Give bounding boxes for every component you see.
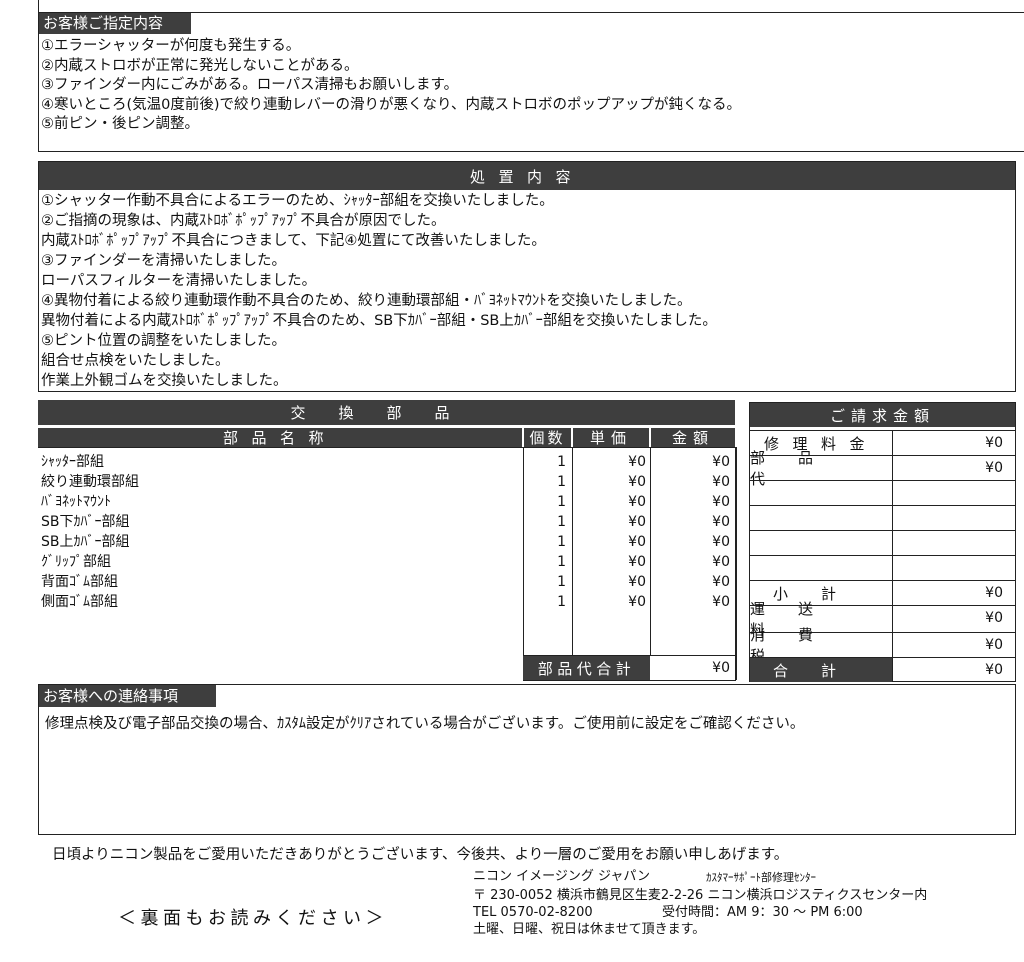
divider [38, 0, 39, 12]
billing-total-label: 合計 [750, 658, 892, 682]
part-qty: 1 [557, 534, 566, 550]
part-qty: 1 [557, 514, 566, 530]
part-name: ﾊﾞﾖﾈｯﾄﾏｳﾝﾄ [41, 494, 111, 510]
billing-tax: ¥0 [985, 637, 1003, 653]
treatment-line: 組合せ点検をいたしました。 [41, 353, 230, 369]
request-line: ④寒いところ(気温0度前後)で絞り連動レバーの滑りが悪くなり、内蔵ストロボのポッ… [41, 96, 741, 113]
request-line: ②内蔵ストロボが正常に発光しないことがある。 [41, 57, 359, 74]
col-name: 部品名称 [38, 428, 522, 447]
part-amount: ¥0 [712, 574, 730, 590]
part-amount: ¥0 [712, 554, 730, 570]
treatment-line: ⑤ピント位置の調整をいたしました。 [41, 333, 286, 349]
part-qty: 1 [557, 494, 566, 510]
tel: TEL 0570-02-8200 [473, 905, 593, 920]
part-name: SB上ｶﾊﾞｰ部組 [41, 534, 130, 550]
treatment-line: ローパスフィルターを清掃いたしました。 [41, 273, 317, 289]
address: 〒 230-0052 横浜市鶴見区生麦2-2-26 ニコン横浜ロジスティクスセン… [473, 888, 928, 903]
billing-parts-label: 部品代 [750, 449, 847, 488]
part-unit-price: ¥0 [628, 474, 646, 490]
part-amount: ¥0 [712, 454, 730, 470]
customer-request-title: お客様ご指定内容 [39, 13, 191, 34]
billing-shipping: ¥0 [985, 610, 1003, 626]
thanks-text: 日頃よりニコン製品をご愛用いただきありがとうございます、今後共、より一層のご愛用… [52, 847, 789, 863]
col-qty: 個数 [524, 428, 571, 447]
company-name: ニコン イメージング ジャパン [473, 869, 651, 884]
closed-days: 土曜、日曜、祝日は休ませて頂きます。 [473, 922, 706, 937]
row-divider [749, 555, 1016, 556]
notice-title: お客様への連絡事項 [39, 685, 216, 707]
part-unit-price: ¥0 [628, 454, 646, 470]
treatment-line: ③ファインダーを清掃いたしました。 [41, 253, 286, 269]
billing-subtotal: ¥0 [985, 585, 1003, 601]
billing-total: ¥0 [985, 662, 1003, 678]
part-unit-price: ¥0 [628, 554, 646, 570]
part-unit-price: ¥0 [628, 494, 646, 510]
col-amount: 金額 [651, 428, 735, 447]
part-qty: 1 [557, 554, 566, 570]
part-qty: 1 [557, 454, 566, 470]
part-qty: 1 [557, 594, 566, 610]
hours: 受付時間：AM 9：30 ～ PM 6:00 [662, 905, 863, 920]
treatment-line: 作業上外観ゴムを交換いたしました。 [41, 373, 288, 389]
treatment-line: ①シャッター作動不具合によるエラーのため、ｼｬｯﾀｰ部組を交換いたしました。 [41, 193, 554, 209]
row-divider [749, 480, 1016, 481]
read-back-text: ＜裏面もお読みください＞ [118, 908, 388, 929]
request-line: ①エラーシャッターが何度も発生する。 [41, 38, 301, 54]
part-name: 背面ｺﾞﾑ部組 [41, 574, 118, 590]
part-amount: ¥0 [712, 594, 730, 610]
treatment-line: 異物付着による内蔵ｽﾄﾛﾎﾞﾎﾟｯﾌﾟｱｯﾌﾟ不具合のため、SB下ｶﾊﾞｰ部組・… [41, 313, 717, 329]
part-name: SB下ｶﾊﾞｰ部組 [41, 514, 130, 530]
parts-total-label: 部品代合計 [523, 656, 650, 680]
part-amount: ¥0 [712, 474, 730, 490]
billing-repair_fee: ¥0 [985, 435, 1003, 451]
department: ｶｽﾀﾏｰｻﾎﾟｰﾄ部修理ｾﾝﾀｰ [706, 871, 816, 884]
part-unit-price: ¥0 [628, 514, 646, 530]
request-line: ③ファインダー内にごみがある。ローパス清掃もお願いします。 [41, 77, 459, 93]
parts-total: ¥0 [712, 660, 730, 676]
notice-text: 修理点検及び電子部品交換の場合、ｶｽﾀﾑ設定がｸﾘｱされている場合がございます。… [45, 716, 805, 732]
part-unit-price: ¥0 [628, 594, 646, 610]
part-name: ｸﾞﾘｯﾌﾟ部組 [41, 554, 111, 570]
billing-tax-label: 消費税 [750, 626, 847, 665]
part-name: 絞り連動環部組 [41, 474, 139, 490]
col-unit: 単価 [573, 428, 649, 447]
row-divider [749, 530, 1016, 531]
part-qty: 1 [557, 574, 566, 590]
part-name: ｼｬｯﾀｰ部組 [41, 454, 104, 470]
treatment-line: ②ご指摘の現象は、内蔵ｽﾄﾛﾎﾞﾎﾟｯﾌﾟｱｯﾌﾟ不具合が原因でした。 [41, 213, 446, 229]
part-unit-price: ¥0 [628, 534, 646, 550]
part-amount: ¥0 [712, 534, 730, 550]
part-name: 側面ｺﾞﾑ部組 [41, 594, 118, 610]
billing-parts: ¥0 [985, 460, 1003, 476]
treatment-line: 内蔵ｽﾄﾛﾎﾞﾎﾟｯﾌﾟｱｯﾌﾟ不具合につきまして、下記④処置にて改善いたしまし… [41, 233, 546, 249]
request-line: ⑤前ピン・後ピン調整。 [41, 116, 199, 132]
treatment-line: ④異物付着による絞り連動環作動不具合のため、絞り連動環部組・ﾊﾞﾖﾈｯﾄﾏｳﾝﾄ… [41, 293, 692, 309]
treatment-title: 処置内容 [39, 162, 1015, 190]
part-amount: ¥0 [712, 514, 730, 530]
part-unit-price: ¥0 [628, 574, 646, 590]
billing-title: ご請求金額 [750, 403, 1015, 427]
parts-title: 交換部品 [38, 400, 735, 425]
part-amount: ¥0 [712, 494, 730, 510]
part-qty: 1 [557, 474, 566, 490]
row-divider [749, 505, 1016, 506]
